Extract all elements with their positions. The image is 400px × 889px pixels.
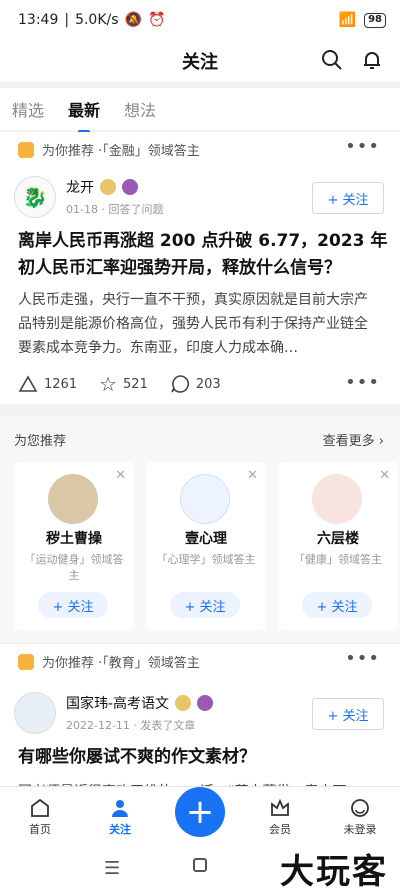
follow-button[interactable]: + 关注 — [302, 592, 372, 618]
action-bar: 1261 ☆ 521 203 — [18, 372, 221, 396]
avatar[interactable]: 🐉 — [14, 176, 56, 218]
question-title[interactable]: 离岸人民币再涨超 200 点升破 6.77，2023 年初人民币汇率迎强势开局，… — [18, 228, 388, 282]
menu-icon[interactable]: ☰ — [104, 858, 120, 879]
home-icon — [31, 798, 49, 817]
author-name[interactable]: 龙开 — [66, 177, 94, 197]
smile-icon — [351, 799, 369, 817]
recommend-line: 为你推荐 ·「金融」领域答主 — [18, 140, 200, 159]
clock: 13:49 — [18, 12, 59, 28]
avatar[interactable] — [14, 692, 56, 734]
user-desc: 「运动健身」领域答主 — [24, 553, 124, 582]
level-badge-icon — [175, 695, 192, 711]
verified-badge-icon — [197, 695, 214, 711]
more-options-icon[interactable]: ••• — [345, 648, 380, 669]
mute-icon: 🔕 — [124, 12, 142, 28]
favorite-count: 521 — [123, 376, 148, 392]
follow-button[interactable]: + 关注 — [312, 698, 384, 730]
close-icon[interactable]: ✕ — [115, 468, 126, 483]
bottom-nav: 首页 关注 + 会员 未登录 — [0, 786, 400, 844]
follow-button[interactable]: + 关注 — [312, 182, 384, 214]
level-badge-icon — [100, 179, 116, 195]
section-title: 为您推荐 — [14, 434, 67, 449]
tab-latest[interactable]: 最新 — [68, 97, 100, 133]
favorite-button[interactable]: ☆ 521 — [99, 372, 148, 396]
answer-excerpt[interactable]: 人民币走强，央行一直不干预，真实原因就是目前大宗产品特别是能源价格高位，强势人民… — [18, 288, 380, 360]
user-icon — [112, 800, 128, 817]
nav-profile[interactable]: 未登录 — [330, 797, 390, 837]
upvote-count: 1261 — [44, 376, 78, 392]
close-icon[interactable]: ✕ — [379, 468, 390, 483]
alarm-icon: ⏰ — [147, 12, 166, 28]
recommend-icon — [18, 141, 34, 158]
recommend-icon — [18, 653, 34, 670]
user-name: 秽土曹操 — [46, 531, 102, 547]
system-nav-bar: ☰ 大玩客 — [0, 844, 400, 889]
follow-button[interactable]: + 关注 — [38, 592, 108, 618]
nav-home[interactable]: 首页 — [10, 797, 70, 837]
user-card[interactable]: ✕ 六层楼 「健康」领域答主 + 关注 — [278, 462, 398, 630]
more-options-icon[interactable]: ••• — [345, 136, 380, 157]
home-button-icon[interactable] — [193, 858, 207, 872]
strawberry-avatar — [312, 474, 362, 524]
avatar — [48, 474, 98, 524]
recommend-text: 为你推荐 ·「金融」领域答主 — [42, 144, 200, 159]
bell-icon[interactable] — [360, 48, 384, 72]
network-speed: 5.0K/s — [75, 12, 119, 28]
page-title: 关注 — [182, 52, 218, 73]
close-icon[interactable]: ✕ — [247, 468, 258, 483]
author-name[interactable]: 国家玮-高考语文 — [66, 693, 169, 713]
comment-icon — [171, 375, 189, 393]
user-card[interactable]: ✕ 秽土曹操 「运动健身」领域答主 + 关注 — [14, 462, 134, 630]
header: 关注 — [0, 40, 400, 82]
user-name: 壹心理 — [185, 531, 227, 547]
card-more-icon[interactable]: ••• — [345, 372, 380, 393]
avatar — [180, 474, 230, 524]
nav-membership[interactable]: 会员 — [250, 797, 310, 837]
wifi-icon: 📶 — [338, 12, 357, 28]
star-icon: ☆ — [99, 372, 118, 396]
upvote-icon — [18, 375, 38, 392]
status-bar: 13:49 | 5.0K/s 🔕 ⏰ 📶 98 — [0, 0, 400, 40]
user-desc: 「心理学」领域答主 — [156, 553, 256, 566]
author-subline: 01-18 · 回答了问题 — [66, 203, 164, 216]
crown-icon — [271, 798, 289, 816]
question-title[interactable]: 有哪些你屡试不爽的作文素材？ — [18, 744, 388, 771]
upvote-button[interactable]: 1261 — [18, 375, 77, 393]
author-row: 🐉 龙开 01-18 · 回答了问题 — [14, 176, 163, 218]
create-button[interactable]: + — [175, 787, 225, 837]
tab-ideas[interactable]: 想法 — [124, 97, 156, 121]
tab-featured[interactable]: 精选 — [12, 97, 44, 121]
recommend-section: 为您推荐 查看更多 › ✕ 秽土曹操 「运动健身」领域答主 + 关注 ✕ 壹心理… — [0, 416, 400, 642]
battery-indicator: 98 — [364, 12, 386, 28]
comment-count: 203 — [195, 376, 221, 392]
feed-card[interactable]: 为你推荐 ·「金融」领域答主 ••• 🐉 龙开 01-18 · 回答了问题 + … — [0, 132, 400, 404]
see-more-link[interactable]: 查看更多 › — [323, 430, 384, 449]
search-icon[interactable] — [320, 48, 344, 72]
verified-badge-icon — [122, 179, 138, 195]
author-row: 国家玮-高考语文 2022-12-11 · 发表了文章 — [14, 692, 214, 734]
feed-tabs: 精选 最新 想法 — [0, 88, 400, 133]
user-card[interactable]: ✕ 壹心理 「心理学」领域答主 + 关注 — [146, 462, 266, 630]
watermark: 大玩客 — [280, 852, 388, 889]
follow-button[interactable]: + 关注 — [170, 592, 240, 618]
user-desc: 「健康」领域答主 — [294, 553, 382, 566]
user-name: 六层楼 — [317, 531, 359, 547]
author-subline: 2022-12-11 · 发表了文章 — [66, 719, 196, 732]
recommend-text: 为你推荐 ·「教育」领域答主 — [42, 656, 200, 671]
nav-following[interactable]: 关注 — [90, 797, 150, 837]
recommend-line: 为你推荐 ·「教育」领域答主 — [18, 652, 200, 671]
comment-button[interactable]: 203 — [170, 374, 221, 394]
